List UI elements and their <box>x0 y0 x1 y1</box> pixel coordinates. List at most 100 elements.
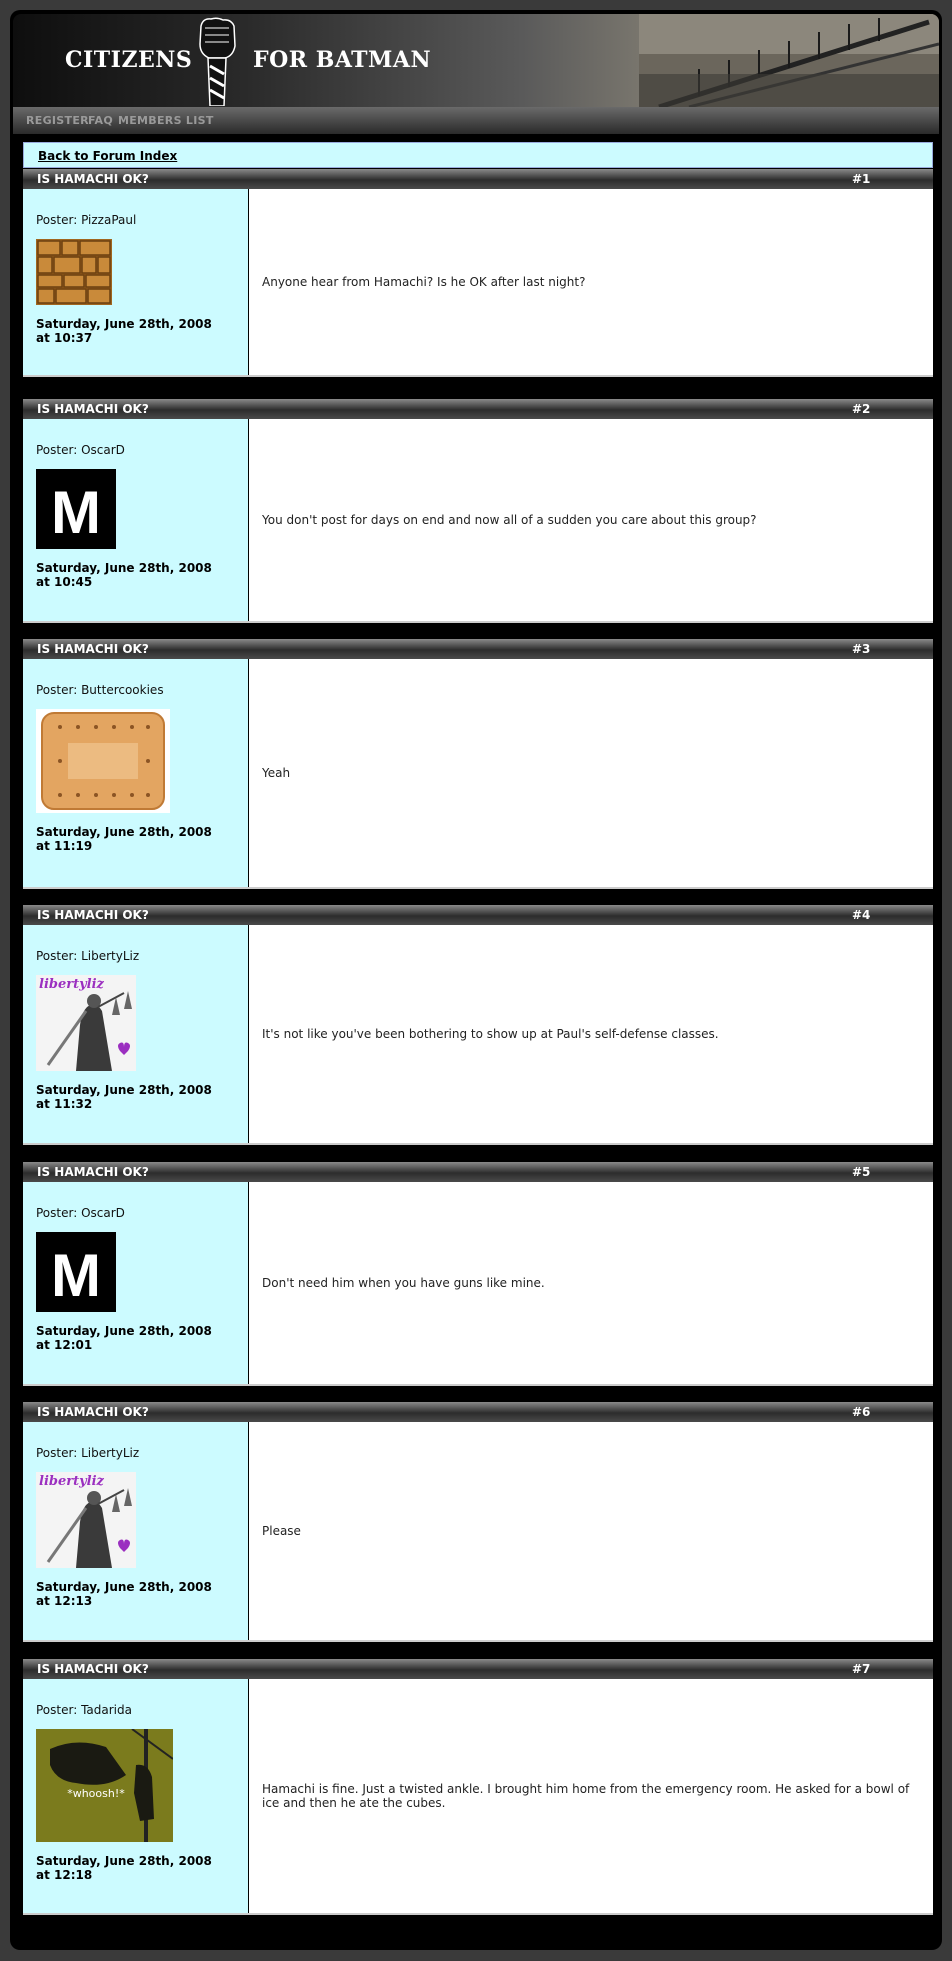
post-message: It's not like you've been bothering to s… <box>262 1027 719 1041</box>
poster-panel: Poster: LibertyLiz libertyliz Saturday, … <box>23 925 249 1143</box>
poster-panel: Poster: PizzaPaul Saturday, June 28th, 2… <box>23 189 249 375</box>
post-time-line: at 10:37 <box>36 331 93 345</box>
post-body: Poster: OscarD M Saturday, June 28th, 20… <box>23 419 933 623</box>
post-number[interactable]: #6 <box>852 1405 870 1419</box>
post-date: Saturday, June 28th, 2008 at 12:01 <box>36 1324 235 1352</box>
site-banner: CITIZENS FOR BATMAN <box>13 14 939 107</box>
whoosh-bat-avatar-icon: *whoosh!* <box>36 1729 173 1842</box>
forum-post: IS HAMACHI OK? #5 Poster: OscarD M Satur… <box>23 1162 933 1386</box>
lady-justice-avatar-icon: libertyliz <box>36 975 136 1071</box>
post-number[interactable]: #1 <box>852 172 870 186</box>
post-time-line: at 10:45 <box>36 575 93 589</box>
back-bar: Back to Forum Index <box>23 142 933 168</box>
poster-name[interactable]: Poster: OscarD <box>36 443 235 457</box>
post-body: Poster: LibertyLiz libertyliz Saturday, … <box>23 925 933 1145</box>
post-time-line: at 12:13 <box>36 1594 93 1608</box>
post-number[interactable]: #2 <box>852 402 870 416</box>
post-subject: IS HAMACHI OK? <box>37 402 149 416</box>
post-time-line: at 12:18 <box>36 1868 93 1882</box>
post-message: Please <box>262 1524 301 1538</box>
post-header: IS HAMACHI OK? #7 <box>23 1659 933 1679</box>
raised-fist-icon <box>199 17 236 106</box>
post-message: Hamachi is fine. Just a twisted ankle. I… <box>262 1782 910 1810</box>
avatar-letter: M <box>51 1242 101 1309</box>
post-number[interactable]: #3 <box>852 642 870 656</box>
post-number[interactable]: #4 <box>852 908 870 922</box>
poster-name[interactable]: Poster: Tadarida <box>36 1703 235 1717</box>
post-date: Saturday, June 28th, 2008 at 12:13 <box>36 1580 235 1608</box>
nav-faq[interactable]: FAQ <box>88 114 113 127</box>
bridge-photo <box>639 14 939 107</box>
post-date-line: Saturday, June 28th, 2008 <box>36 825 212 839</box>
post-subject: IS HAMACHI OK? <box>37 172 149 186</box>
avatar-text: libertyliz <box>39 977 105 992</box>
post-time-line: at 11:19 <box>36 839 93 853</box>
forum-post: IS HAMACHI OK? #1 Poster: PizzaPaul Satu… <box>23 169 933 377</box>
poster-panel: Poster: Buttercookies Saturday, June 28t… <box>23 659 249 887</box>
post-body: Poster: OscarD M Saturday, June 28th, 20… <box>23 1182 933 1386</box>
poster-name[interactable]: Poster: LibertyLiz <box>36 1446 235 1460</box>
post-date-line: Saturday, June 28th, 2008 <box>36 1083 212 1097</box>
letter-m-avatar-icon: M <box>36 1232 116 1312</box>
poster-panel: Poster: Tadarida *whoosh!* Saturday, Jun… <box>23 1679 249 1913</box>
post-header: IS HAMACHI OK? #4 <box>23 905 933 925</box>
post-date-line: Saturday, June 28th, 2008 <box>36 1854 212 1868</box>
post-header: IS HAMACHI OK? #5 <box>23 1162 933 1182</box>
poster-name[interactable]: Poster: PizzaPaul <box>36 213 235 227</box>
nav-bar: REGISTER FAQ MEMBERS LIST <box>13 107 939 134</box>
post-date-line: Saturday, June 28th, 2008 <box>36 1580 212 1594</box>
poster-panel: Poster: OscarD M Saturday, June 28th, 20… <box>23 419 249 621</box>
post-message: You don't post for days on end and now a… <box>262 513 757 527</box>
post-message: Anyone hear from Hamachi? Is he OK after… <box>262 275 586 289</box>
post-header: IS HAMACHI OK? #1 <box>23 169 933 189</box>
post-date: Saturday, June 28th, 2008 at 12:18 <box>36 1854 235 1882</box>
forum-post: IS HAMACHI OK? #6 Poster: LibertyLiz lib… <box>23 1402 933 1642</box>
post-subject: IS HAMACHI OK? <box>37 1662 149 1676</box>
post-subject: IS HAMACHI OK? <box>37 642 149 656</box>
page-frame: CITIZENS FOR BATMAN REGISTER FAQ MEMBERS… <box>10 10 942 1950</box>
letter-m-avatar-icon: M <box>36 469 116 549</box>
post-message: Yeah <box>262 766 291 780</box>
post-time-line: at 12:01 <box>36 1338 93 1352</box>
post-subject: IS HAMACHI OK? <box>37 908 149 922</box>
nav-register[interactable]: REGISTER <box>26 114 89 127</box>
post-subject: IS HAMACHI OK? <box>37 1405 149 1419</box>
post-number[interactable]: #5 <box>852 1165 870 1179</box>
post-date: Saturday, June 28th, 2008 at 10:45 <box>36 561 235 589</box>
poster-name[interactable]: Poster: OscarD <box>36 1206 235 1220</box>
post-body: Poster: LibertyLiz libertyliz Saturday, … <box>23 1422 933 1642</box>
post-header: IS HAMACHI OK? #2 <box>23 399 933 419</box>
nav-members-list[interactable]: MEMBERS LIST <box>118 114 214 127</box>
post-date: Saturday, June 28th, 2008 at 11:19 <box>36 825 235 853</box>
post-header: IS HAMACHI OK? #6 <box>23 1402 933 1422</box>
forum-post: IS HAMACHI OK? #2 Poster: OscarD M Satur… <box>23 399 933 623</box>
avatar-text: libertyliz <box>39 1474 105 1489</box>
site-title-left: CITIZENS <box>65 47 193 73</box>
post-header: IS HAMACHI OK? #3 <box>23 639 933 659</box>
post-date: Saturday, June 28th, 2008 at 11:32 <box>36 1083 235 1111</box>
poster-panel: Poster: OscarD M Saturday, June 28th, 20… <box>23 1182 249 1384</box>
poster-name[interactable]: Poster: LibertyLiz <box>36 949 235 963</box>
post-date-line: Saturday, June 28th, 2008 <box>36 561 212 575</box>
avatar-text: *whoosh!* <box>67 1787 125 1800</box>
forum-post: IS HAMACHI OK? #7 Poster: Tadarida *whoo… <box>23 1659 933 1915</box>
post-time-line: at 11:32 <box>36 1097 93 1111</box>
avatar-letter: M <box>51 479 101 546</box>
back-to-forum-link[interactable]: Back to Forum Index <box>38 149 177 163</box>
poster-panel: Poster: LibertyLiz libertyliz Saturday, … <box>23 1422 249 1640</box>
post-body: Poster: Tadarida *whoosh!* Saturday, Jun… <box>23 1679 933 1915</box>
post-body: Poster: PizzaPaul Saturday, June 28th, 2… <box>23 189 933 377</box>
post-subject: IS HAMACHI OK? <box>37 1165 149 1179</box>
forum-post: IS HAMACHI OK? #3 Poster: Buttercookies <box>23 639 933 889</box>
poster-name[interactable]: Poster: Buttercookies <box>36 683 235 697</box>
post-body: Poster: Buttercookies Saturday, June 28t… <box>23 659 933 889</box>
lady-justice-avatar-icon: libertyliz <box>36 1472 136 1568</box>
pizza-texture-avatar-icon <box>36 239 112 305</box>
post-number[interactable]: #7 <box>852 1662 870 1676</box>
post-date: Saturday, June 28th, 2008 at 10:37 <box>36 317 235 345</box>
post-date-line: Saturday, June 28th, 2008 <box>36 317 212 331</box>
site-title-right: FOR BATMAN <box>253 47 432 73</box>
post-date-line: Saturday, June 28th, 2008 <box>36 1324 212 1338</box>
forum-post: IS HAMACHI OK? #4 Poster: LibertyLiz lib… <box>23 905 933 1145</box>
post-message: Don't need him when you have guns like m… <box>262 1276 545 1290</box>
